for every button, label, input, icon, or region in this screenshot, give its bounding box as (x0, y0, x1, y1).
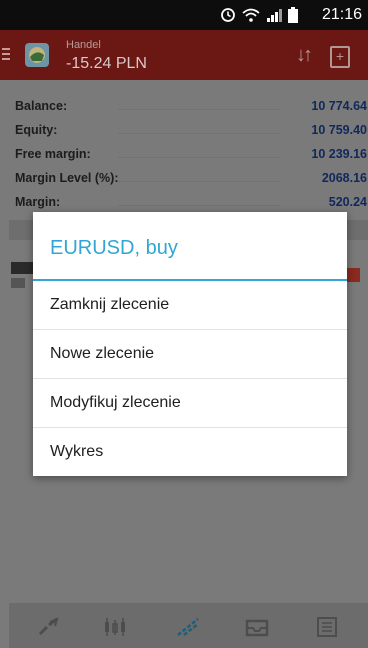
clock: 21:16 (321, 6, 362, 23)
battery-icon (288, 7, 298, 23)
margin-value: 520.24 (328, 195, 367, 209)
wifi-icon (242, 8, 260, 22)
modify-order-label: Modyfikuj zlecenie (50, 394, 181, 411)
position-symbol-fragment (11, 262, 33, 274)
history-icon[interactable] (245, 617, 269, 637)
balance-row: Balance: 10 774.64 (9, 93, 367, 117)
position-detail-fragment (11, 278, 25, 288)
free-margin-row: Free margin: 10 239.16 (9, 141, 367, 165)
modify-order-item[interactable]: Modyfikuj zlecenie (33, 379, 347, 428)
order-context-dialog: EURUSD, buy Zamknij zlecenie Nowe zlecen… (33, 212, 347, 476)
margin-level-value: 2068.16 (321, 171, 367, 185)
app-bar: Handel -15.24 PLN ↓↑ + (0, 30, 368, 80)
alarm-icon (221, 8, 235, 22)
dialog-title: EURUSD, buy (50, 237, 178, 259)
chart-icon[interactable] (103, 617, 127, 637)
free-margin-label: Free margin: (15, 147, 91, 161)
balance-label: Balance: (15, 99, 68, 113)
free-margin-value: 10 239.16 (311, 147, 367, 161)
chart-label: Wykres (50, 443, 104, 460)
equity-label: Equity: (15, 123, 58, 137)
close-order-label: Zamknij zlecenie (50, 296, 170, 313)
margin-level-row: Margin Level (%): 2068.16 (9, 165, 367, 189)
status-bar: 21:16 (0, 0, 368, 30)
balance-value: 10 774.64 (311, 99, 367, 113)
quotes-icon[interactable] (37, 617, 61, 637)
menu-icon[interactable] (2, 48, 10, 63)
profit-title: -15.24 PLN (66, 55, 147, 72)
position-profit-fragment (346, 268, 360, 282)
app-logo[interactable] (25, 43, 49, 67)
equity-value: 10 759.40 (311, 123, 367, 137)
signal-icon (267, 9, 282, 22)
close-order-item[interactable]: Zamknij zlecenie (33, 281, 347, 330)
equity-row: Equity: 10 759.40 (9, 117, 367, 141)
sort-icon[interactable]: ↓↑ (296, 44, 313, 67)
app-subtitle: Handel (66, 39, 101, 51)
status-icons (220, 7, 298, 23)
trade-icon[interactable] (176, 617, 200, 637)
bottom-nav (9, 603, 368, 648)
new-order-label: Nowe zlecenie (50, 345, 155, 362)
new-order-icon[interactable]: + (330, 46, 350, 68)
margin-level-label: Margin Level (%): (15, 171, 119, 185)
chart-item[interactable]: Wykres (33, 428, 347, 477)
margin-label: Margin: (15, 195, 61, 209)
journal-icon[interactable] (315, 617, 339, 637)
new-order-item[interactable]: Nowe zlecenie (33, 330, 347, 379)
margin-row: Margin: 520.24 (9, 189, 367, 213)
